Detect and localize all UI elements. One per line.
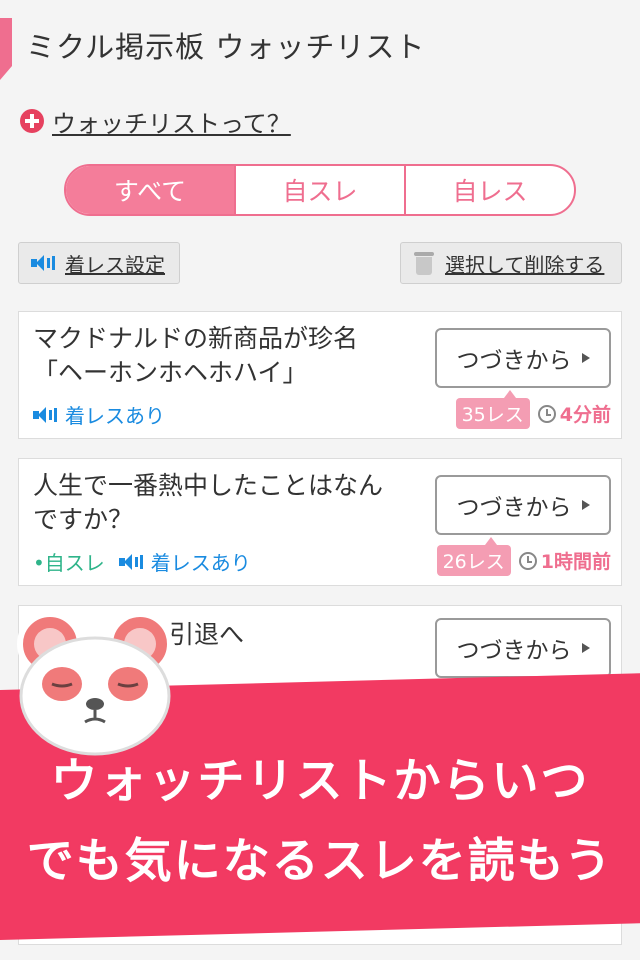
delete-selected-label: 選択して削除する bbox=[445, 252, 605, 277]
promo-line-2: でも気になるスレを読もう bbox=[26, 834, 614, 889]
time-ago: 4分前 bbox=[559, 404, 611, 426]
tab-my-replies[interactable]: 自レス bbox=[404, 166, 574, 214]
thread-title: 人生で一番熱中したことはなん ですか？ bbox=[33, 469, 413, 537]
thread-title: マクドナルドの新商品が珍名 「ヘーホンホヘホハイ」 bbox=[33, 322, 413, 390]
speaker-icon bbox=[118, 553, 143, 570]
self-thread-tag: •自スレ bbox=[33, 551, 105, 575]
notify-settings-button[interactable]: 着レス設定 bbox=[18, 242, 180, 284]
notify-tag-label: 着レスあり bbox=[150, 551, 251, 575]
watchlist-help-link[interactable]: ウォッチリストって？ bbox=[20, 104, 291, 138]
play-arrow-icon bbox=[581, 643, 590, 653]
plus-circle-icon bbox=[20, 109, 44, 133]
speaker-icon bbox=[31, 255, 57, 271]
continue-label: つづきから bbox=[456, 495, 572, 521]
continue-button[interactable]: つづきから bbox=[435, 475, 611, 535]
continue-button[interactable]: つづきから bbox=[435, 618, 611, 678]
filter-tabs: すべて 自スレ 自レス bbox=[64, 164, 576, 216]
thread-title-line: 「ヘーホンホヘホハイ」 bbox=[33, 358, 308, 387]
continue-label: つづきから bbox=[456, 638, 572, 664]
page-title: ミクル掲示板 ウォッチリスト bbox=[26, 30, 426, 64]
clock-icon bbox=[518, 551, 537, 570]
thread-title-line: 人生で一番熱中したことはなん bbox=[33, 471, 384, 500]
thread-card[interactable]: 人生で一番熱中したことはなん ですか？ つづきから •自スレ 着レスあり 26レ… bbox=[18, 458, 622, 586]
clock-icon bbox=[537, 404, 556, 423]
header: ミクル掲示板 ウォッチリスト bbox=[0, 0, 640, 84]
continue-label: つづきから bbox=[456, 348, 572, 374]
thread-stats: 26レス 1時間前 bbox=[436, 537, 611, 576]
header-accent-marker bbox=[0, 18, 12, 80]
thread-card[interactable]: マクドナルドの新商品が珍名 「ヘーホンホヘホハイ」 つづきから 着レスあり 35… bbox=[18, 311, 622, 439]
reply-count-badge: 26レス bbox=[436, 537, 511, 576]
thread-tags: 着レスあり bbox=[33, 400, 165, 429]
reply-count-badge: 35レス bbox=[455, 390, 530, 429]
speaker-icon bbox=[33, 406, 57, 423]
notify-tag: 着レスあり bbox=[118, 547, 251, 576]
help-link-label: ウォッチリストって？ bbox=[52, 109, 291, 138]
panda-mascot-icon bbox=[17, 611, 173, 756]
thread-tags: •自スレ 着レスあり bbox=[33, 547, 251, 576]
notify-tag: 着レスあり bbox=[33, 400, 165, 429]
thread-title-line: マクドナルドの新商品が珍名 bbox=[33, 324, 359, 353]
tab-all[interactable]: すべて bbox=[66, 166, 234, 214]
thread-title-line: ですか？ bbox=[33, 505, 134, 534]
play-arrow-icon bbox=[581, 353, 590, 363]
thread-stats: 35レス 4分前 bbox=[455, 390, 611, 429]
trash-icon bbox=[413, 250, 435, 276]
play-arrow-icon bbox=[581, 500, 590, 510]
continue-button[interactable]: つづきから bbox=[435, 328, 611, 388]
notify-settings-label: 着レス設定 bbox=[65, 252, 165, 277]
delete-selected-button[interactable]: 選択して削除する bbox=[400, 242, 622, 284]
tab-my-threads[interactable]: 自スレ bbox=[234, 166, 404, 214]
notify-tag-label: 着レスあり bbox=[65, 404, 165, 428]
time-ago: 1時間前 bbox=[540, 551, 611, 573]
